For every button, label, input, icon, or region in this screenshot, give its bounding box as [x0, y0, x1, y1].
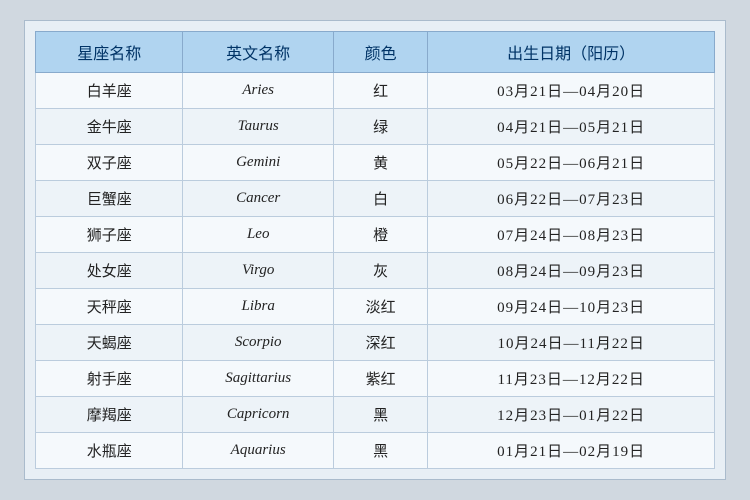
table-cell-7-0: 天蝎座: [36, 325, 183, 361]
table-cell-8-2: 紫红: [333, 361, 427, 397]
table-cell-6-2: 淡红: [333, 289, 427, 325]
table-header-row: 星座名称英文名称颜色出生日期（阳历）: [36, 32, 715, 73]
table-cell-2-3: 05月22日—06月21日: [428, 145, 715, 181]
table-cell-1-1: Taurus: [183, 109, 334, 145]
table-cell-0-0: 白羊座: [36, 73, 183, 109]
table-cell-7-3: 10月24日—11月22日: [428, 325, 715, 361]
table-cell-9-2: 黑: [333, 397, 427, 433]
table-cell-3-0: 巨蟹座: [36, 181, 183, 217]
table-cell-10-1: Aquarius: [183, 433, 334, 469]
table-cell-6-3: 09月24日—10月23日: [428, 289, 715, 325]
zodiac-table-container: 星座名称英文名称颜色出生日期（阳历） 白羊座Aries红03月21日—04月20…: [24, 20, 726, 480]
table-cell-4-2: 橙: [333, 217, 427, 253]
table-cell-2-1: Gemini: [183, 145, 334, 181]
table-row: 摩羯座Capricorn黑12月23日—01月22日: [36, 397, 715, 433]
zodiac-table: 星座名称英文名称颜色出生日期（阳历） 白羊座Aries红03月21日—04月20…: [35, 31, 715, 469]
table-cell-0-3: 03月21日—04月20日: [428, 73, 715, 109]
table-cell-5-2: 灰: [333, 253, 427, 289]
table-cell-1-3: 04月21日—05月21日: [428, 109, 715, 145]
table-row: 天秤座Libra淡红09月24日—10月23日: [36, 289, 715, 325]
table-row: 金牛座Taurus绿04月21日—05月21日: [36, 109, 715, 145]
table-cell-4-1: Leo: [183, 217, 334, 253]
table-cell-9-1: Capricorn: [183, 397, 334, 433]
table-cell-8-0: 射手座: [36, 361, 183, 397]
column-header-0: 星座名称: [36, 32, 183, 73]
table-cell-10-2: 黑: [333, 433, 427, 469]
table-cell-0-2: 红: [333, 73, 427, 109]
table-cell-4-0: 狮子座: [36, 217, 183, 253]
table-row: 水瓶座Aquarius黑01月21日—02月19日: [36, 433, 715, 469]
table-cell-6-0: 天秤座: [36, 289, 183, 325]
table-row: 巨蟹座Cancer白06月22日—07月23日: [36, 181, 715, 217]
table-row: 白羊座Aries红03月21日—04月20日: [36, 73, 715, 109]
table-cell-3-3: 06月22日—07月23日: [428, 181, 715, 217]
table-cell-8-3: 11月23日—12月22日: [428, 361, 715, 397]
table-cell-5-0: 处女座: [36, 253, 183, 289]
table-body: 白羊座Aries红03月21日—04月20日金牛座Taurus绿04月21日—0…: [36, 73, 715, 469]
table-row: 双子座Gemini黄05月22日—06月21日: [36, 145, 715, 181]
table-cell-10-0: 水瓶座: [36, 433, 183, 469]
table-cell-2-2: 黄: [333, 145, 427, 181]
table-cell-7-1: Scorpio: [183, 325, 334, 361]
table-cell-10-3: 01月21日—02月19日: [428, 433, 715, 469]
table-cell-0-1: Aries: [183, 73, 334, 109]
table-row: 天蝎座Scorpio深红10月24日—11月22日: [36, 325, 715, 361]
table-cell-6-1: Libra: [183, 289, 334, 325]
table-row: 处女座Virgo灰08月24日—09月23日: [36, 253, 715, 289]
table-cell-5-3: 08月24日—09月23日: [428, 253, 715, 289]
table-cell-4-3: 07月24日—08月23日: [428, 217, 715, 253]
column-header-1: 英文名称: [183, 32, 334, 73]
table-row: 狮子座Leo橙07月24日—08月23日: [36, 217, 715, 253]
table-cell-2-0: 双子座: [36, 145, 183, 181]
table-cell-8-1: Sagittarius: [183, 361, 334, 397]
table-cell-3-2: 白: [333, 181, 427, 217]
table-cell-9-3: 12月23日—01月22日: [428, 397, 715, 433]
table-cell-9-0: 摩羯座: [36, 397, 183, 433]
table-cell-1-2: 绿: [333, 109, 427, 145]
table-cell-7-2: 深红: [333, 325, 427, 361]
column-header-3: 出生日期（阳历）: [428, 32, 715, 73]
table-cell-3-1: Cancer: [183, 181, 334, 217]
table-cell-5-1: Virgo: [183, 253, 334, 289]
column-header-2: 颜色: [333, 32, 427, 73]
table-cell-1-0: 金牛座: [36, 109, 183, 145]
table-row: 射手座Sagittarius紫红11月23日—12月22日: [36, 361, 715, 397]
